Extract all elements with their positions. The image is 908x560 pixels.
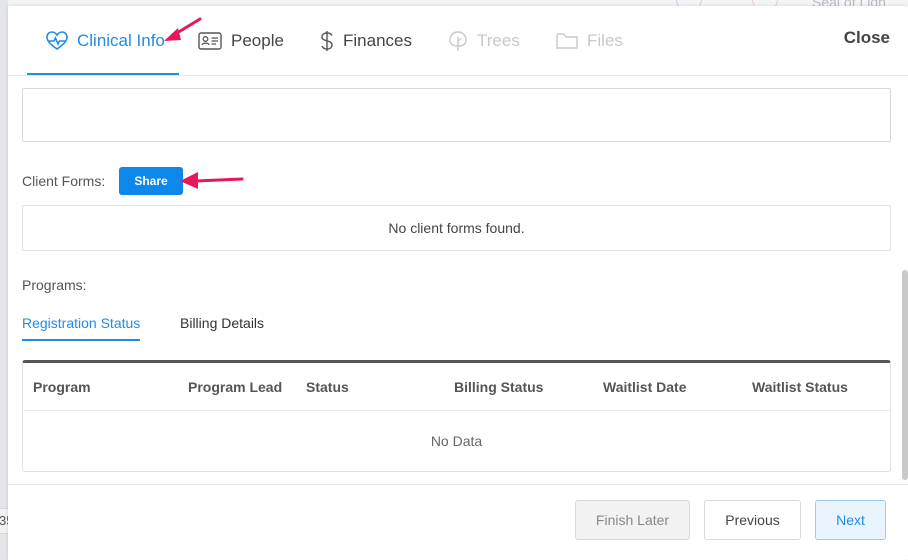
finish-later-button[interactable]: Finish Later bbox=[575, 500, 690, 540]
tab-label: Files bbox=[587, 31, 623, 50]
client-forms-label: Client Forms: bbox=[22, 173, 106, 189]
id-card-icon bbox=[198, 32, 222, 50]
tab-bar: Clinical Info People Finances Trees File… bbox=[8, 6, 908, 76]
registration-modal: Clinical Info People Finances Trees File… bbox=[8, 6, 908, 560]
tab-label: Clinical Info bbox=[77, 31, 165, 50]
table-header: Program Program Lead Status Billing Stat… bbox=[23, 363, 890, 411]
scrollbar[interactable] bbox=[902, 270, 908, 480]
tab-trees[interactable]: Trees bbox=[448, 6, 520, 76]
share-button[interactable]: Share bbox=[119, 167, 183, 195]
tab-finances[interactable]: Finances bbox=[320, 6, 412, 76]
tab-registration-status[interactable]: Registration Status bbox=[22, 315, 140, 331]
tab-label: People bbox=[231, 31, 284, 50]
modal-footer: Finish Later Previous Next bbox=[8, 484, 908, 560]
programs-label: Programs: bbox=[22, 277, 87, 293]
tab-label: Finances bbox=[343, 31, 412, 50]
column-header-waitlist-status[interactable]: Waitlist Status bbox=[752, 379, 848, 395]
tree-icon bbox=[449, 31, 467, 51]
notes-textarea[interactable] bbox=[22, 88, 891, 142]
heartbeat-icon bbox=[46, 31, 68, 50]
column-header-program-lead[interactable]: Program Lead bbox=[188, 379, 282, 395]
column-header-status[interactable]: Status bbox=[306, 379, 349, 395]
tab-label: Trees bbox=[477, 31, 520, 50]
modal-body: Client Forms: Share No client forms foun… bbox=[8, 77, 908, 484]
column-header-billing-status[interactable]: Billing Status bbox=[454, 379, 543, 395]
client-forms-list: No client forms found. bbox=[22, 205, 891, 251]
active-subtab-indicator bbox=[22, 339, 140, 341]
column-header-program[interactable]: Program bbox=[33, 379, 91, 395]
dollar-icon bbox=[321, 31, 333, 51]
tab-files[interactable]: Files bbox=[556, 6, 623, 76]
tab-people[interactable]: People bbox=[198, 6, 284, 76]
table-empty-text: No Data bbox=[430, 433, 483, 449]
folder-icon bbox=[556, 33, 578, 49]
next-button[interactable]: Next bbox=[815, 500, 886, 540]
column-header-waitlist-date[interactable]: Waitlist Date bbox=[603, 379, 687, 395]
close-button[interactable]: Close bbox=[844, 28, 890, 48]
tab-billing-details[interactable]: Billing Details bbox=[180, 315, 264, 331]
background-panel-edge bbox=[0, 0, 8, 560]
active-tab-indicator bbox=[27, 73, 179, 75]
client-forms-empty-text: No client forms found. bbox=[388, 220, 525, 236]
previous-button[interactable]: Previous bbox=[704, 500, 801, 540]
programs-table: Program Program Lead Status Billing Stat… bbox=[22, 360, 891, 472]
tab-clinical-info[interactable]: Clinical Info bbox=[46, 6, 165, 76]
